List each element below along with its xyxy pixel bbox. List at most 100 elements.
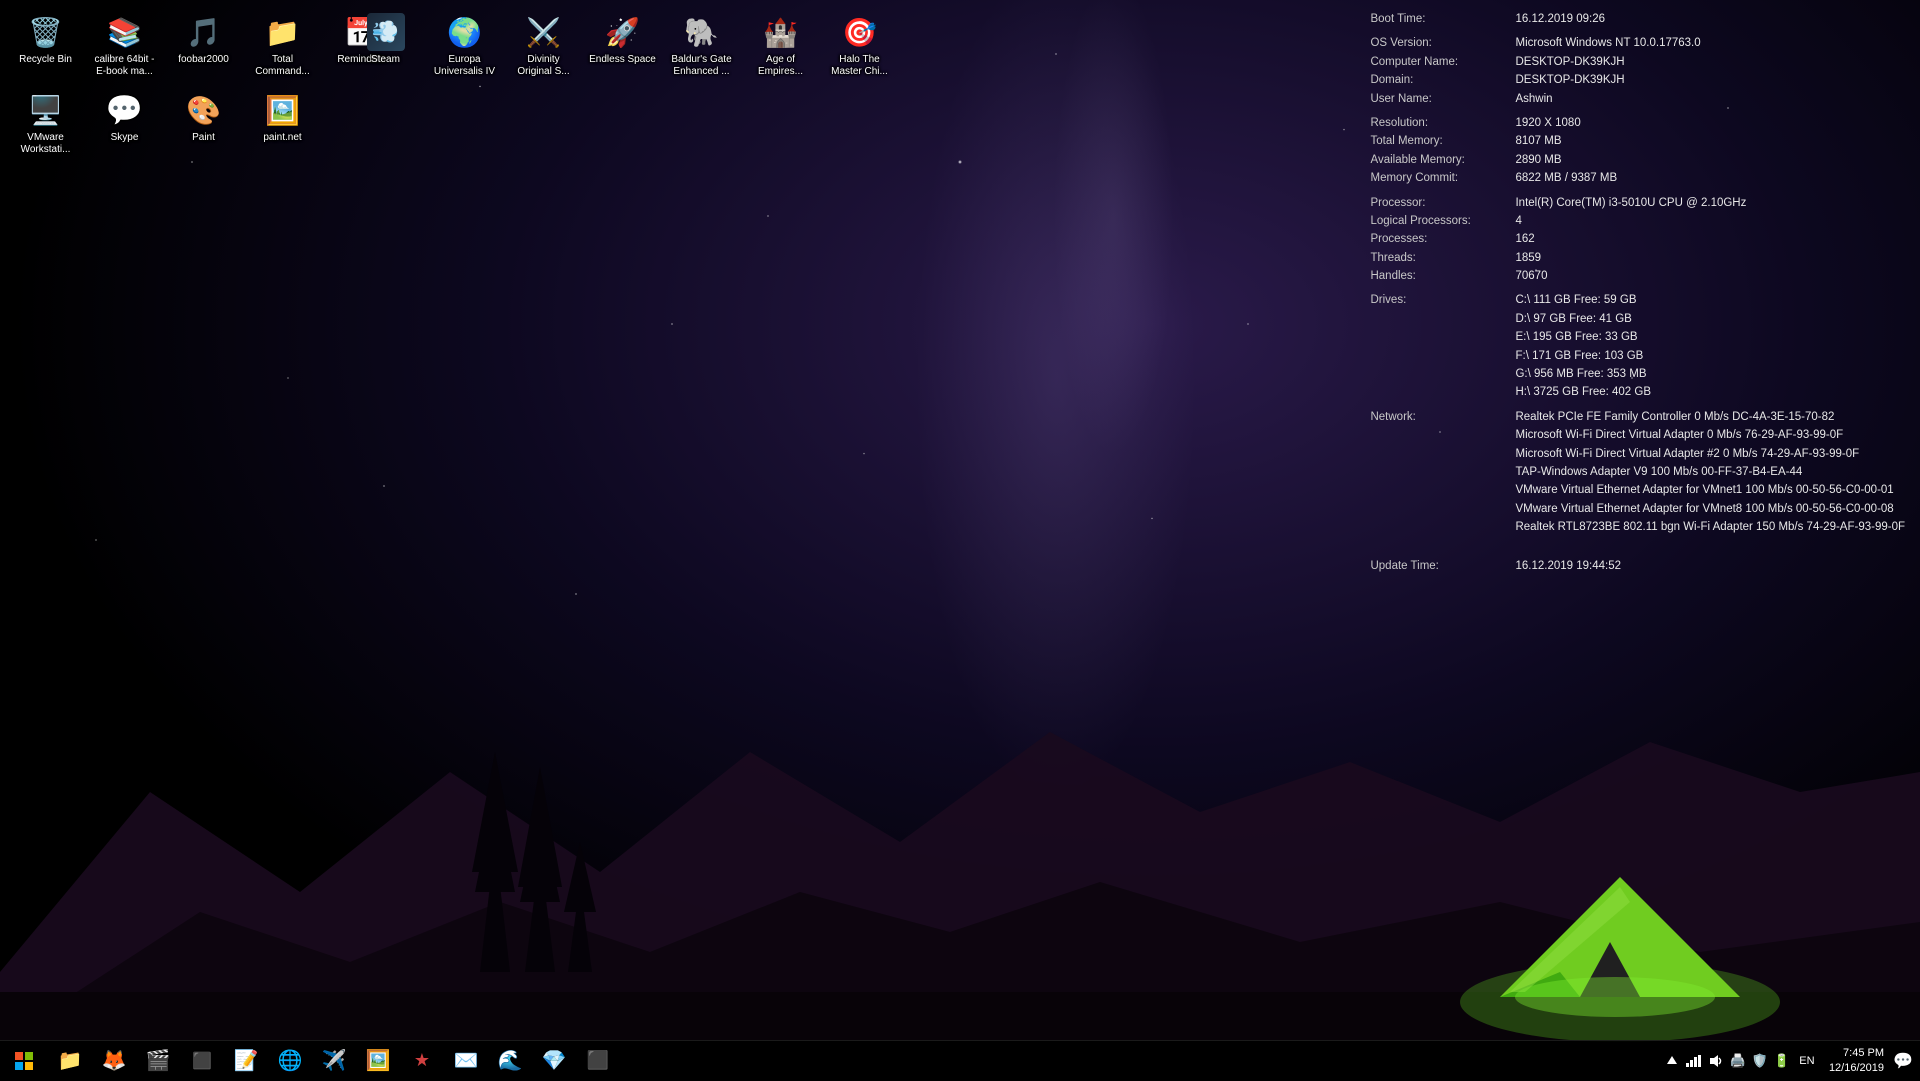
- icon-foobar[interactable]: 🎵 foobar2000: [166, 8, 241, 82]
- icon-steam[interactable]: 💨 Steam: [348, 8, 423, 82]
- icon-calibre[interactable]: 📚 calibre 64bit - E-book ma...: [87, 8, 162, 82]
- processor-value: Intel(R) Core(TM) i3-5010U CPU @ 2.10GHz: [1515, 194, 1905, 212]
- vmware-icon: 🖥️: [26, 90, 66, 130]
- computer-name-value: DESKTOP-DK39KJH: [1515, 53, 1905, 71]
- taskbar-media[interactable]: 🎬: [136, 1041, 180, 1081]
- taskbar-edge-new[interactable]: 🌐: [268, 1041, 312, 1081]
- icon-paint[interactable]: 🎨 Paint: [166, 86, 241, 160]
- icon-total-commander[interactable]: 📁 Total Command...: [245, 8, 320, 82]
- media-icon: 🎬: [146, 1048, 171, 1073]
- telegram-icon: ✈️: [322, 1048, 347, 1073]
- age-of-empires-icon: 🏰: [761, 12, 801, 52]
- taskbar-mail[interactable]: ✉️: [444, 1041, 488, 1081]
- total-commander-label: Total Command...: [249, 54, 316, 78]
- drive-g: G:\ 956 MB Free: 353 MB: [1515, 365, 1651, 383]
- icon-endless-space[interactable]: 🚀 Endless Space: [585, 8, 660, 82]
- taskbar-firefox[interactable]: 🦊: [92, 1041, 136, 1081]
- mail-icon: ✉️: [454, 1048, 479, 1073]
- calibre-label: calibre 64bit - E-book ma...: [91, 54, 158, 78]
- available-memory-label: Available Memory:: [1370, 151, 1515, 169]
- drive-c: C:\ 111 GB Free: 59 GB: [1515, 291, 1651, 309]
- europa-icon: 🌍: [445, 12, 485, 52]
- system-info-panel: Boot Time: 16.12.2019 09:26 OS Version: …: [1355, 0, 1920, 585]
- taskbar-browser-orange[interactable]: 🌊: [488, 1041, 532, 1081]
- endless-space-icon: 🚀: [603, 12, 643, 52]
- taskbar-app-green[interactable]: ⬛: [576, 1041, 620, 1081]
- drive-h: H:\ 3725 GB Free: 402 GB: [1515, 383, 1651, 401]
- taskbar-pinned-icons: 📁 🦊 🎬 ⬛ 📝 🌐 ✈️ 🖼️ ★ ✉️ 🌊: [48, 1041, 1655, 1081]
- os-version-value: Microsoft Windows NT 10.0.17763.0: [1515, 34, 1905, 52]
- taskbar-edge-blue[interactable]: 💎: [532, 1041, 576, 1081]
- icon-paintnet[interactable]: 🖼️ paint.net: [245, 86, 320, 160]
- icon-baldurs-gate[interactable]: 🐘 Baldur's Gate Enhanced ...: [664, 8, 739, 82]
- tray-battery[interactable]: 🔋: [1773, 1052, 1791, 1070]
- icon-halo[interactable]: 🎯 Halo The Master Chi...: [822, 8, 897, 82]
- skype-icon: 💬: [105, 90, 145, 130]
- network-6: Realtek RTL8723BE 802.11 bgn Wi-Fi Adapt…: [1515, 518, 1905, 536]
- network-1: Microsoft Wi-Fi Direct Virtual Adapter 0…: [1515, 426, 1905, 444]
- tray-security[interactable]: 🛡️: [1751, 1052, 1769, 1070]
- icon-recycle-bin[interactable]: 🗑️ Recycle Bin: [8, 8, 83, 82]
- icon-europa[interactable]: 🌍 Europa Universalis IV: [427, 8, 502, 82]
- taskbar-app-red[interactable]: ★: [400, 1041, 444, 1081]
- icon-divinity[interactable]: ⚔️ Divinity Original S...: [506, 8, 581, 82]
- drives-values: C:\ 111 GB Free: 59 GB D:\ 97 GB Free: 4…: [1515, 291, 1651, 401]
- resolution-label: Resolution:: [1370, 114, 1515, 132]
- icon-vmware[interactable]: 🖥️ VMware Workstati...: [8, 86, 83, 160]
- desktop-scene: [0, 592, 1920, 1042]
- icon-age-of-empires[interactable]: 🏰 Age of Empires...: [743, 8, 818, 82]
- foobar-icon: 🎵: [184, 12, 224, 52]
- update-time-label: Update Time:: [1370, 557, 1515, 575]
- drive-d: D:\ 97 GB Free: 41 GB: [1515, 310, 1651, 328]
- taskbar-file-explorer[interactable]: 📁: [48, 1041, 92, 1081]
- file-explorer-icon: 📁: [58, 1048, 83, 1073]
- resolution-value: 1920 X 1080: [1515, 114, 1905, 132]
- tray-volume[interactable]: [1707, 1052, 1725, 1070]
- tray-print[interactable]: 🖨️: [1729, 1052, 1747, 1070]
- network-values: Realtek PCIe FE Family Controller 0 Mb/s…: [1515, 408, 1905, 537]
- calibre-icon: 📚: [105, 12, 145, 52]
- available-memory-value: 2890 MB: [1515, 151, 1905, 169]
- divinity-icon: ⚔️: [524, 12, 564, 52]
- handles-label: Handles:: [1370, 267, 1515, 285]
- boot-time-value: 16.12.2019 09:26: [1515, 10, 1905, 28]
- tray-show-hidden[interactable]: [1663, 1052, 1681, 1070]
- paint-icon: 🎨: [184, 90, 224, 130]
- steam-label: Steam: [371, 54, 400, 66]
- app-red-icon: ★: [414, 1050, 430, 1071]
- network-4: VMware Virtual Ethernet Adapter for VMne…: [1515, 481, 1905, 499]
- age-of-empires-label: Age of Empires...: [747, 54, 814, 78]
- taskbar-app4[interactable]: ⬛: [180, 1041, 224, 1081]
- tray-notification[interactable]: 💬: [1894, 1052, 1912, 1070]
- halo-icon: 🎯: [840, 12, 880, 52]
- total-memory-label: Total Memory:: [1370, 132, 1515, 150]
- icon-skype[interactable]: 💬 Skype: [87, 86, 162, 160]
- taskbar-telegram[interactable]: ✈️: [312, 1041, 356, 1081]
- network-5: VMware Virtual Ethernet Adapter for VMne…: [1515, 500, 1905, 518]
- app4-icon: ⬛: [192, 1051, 212, 1071]
- word-icon: 📝: [234, 1048, 259, 1073]
- taskbar-tray: 🖨️ 🛡️ 🔋 EN 7:45 PM 12/16/2019 💬: [1655, 1041, 1920, 1081]
- divinity-label: Divinity Original S...: [510, 54, 577, 78]
- handles-value: 70670: [1515, 267, 1905, 285]
- foobar-label: foobar2000: [178, 54, 229, 66]
- vmware-label: VMware Workstati...: [12, 132, 79, 156]
- tray-network[interactable]: [1685, 1052, 1703, 1070]
- endless-space-label: Endless Space: [589, 54, 656, 66]
- network-2: Microsoft Wi-Fi Direct Virtual Adapter #…: [1515, 445, 1905, 463]
- taskbar-pictures[interactable]: 🖼️: [356, 1041, 400, 1081]
- update-time-value: 16.12.2019 19:44:52: [1515, 557, 1905, 575]
- edge-blue-icon: 💎: [542, 1048, 567, 1073]
- domain-value: DESKTOP-DK39KJH: [1515, 71, 1905, 89]
- threads-value: 1859: [1515, 249, 1905, 267]
- user-name-value: Ashwin: [1515, 90, 1905, 108]
- firefox-icon: 🦊: [102, 1048, 127, 1073]
- os-version-label: OS Version:: [1370, 34, 1515, 52]
- paintnet-icon: 🖼️: [263, 90, 303, 130]
- taskbar-clock[interactable]: 7:45 PM 12/16/2019: [1823, 1046, 1890, 1075]
- taskbar-word[interactable]: 📝: [224, 1041, 268, 1081]
- processes-value: 162: [1515, 230, 1905, 248]
- tray-language[interactable]: EN: [1795, 1052, 1819, 1070]
- start-button[interactable]: [0, 1041, 48, 1081]
- network-label: Network:: [1370, 408, 1515, 426]
